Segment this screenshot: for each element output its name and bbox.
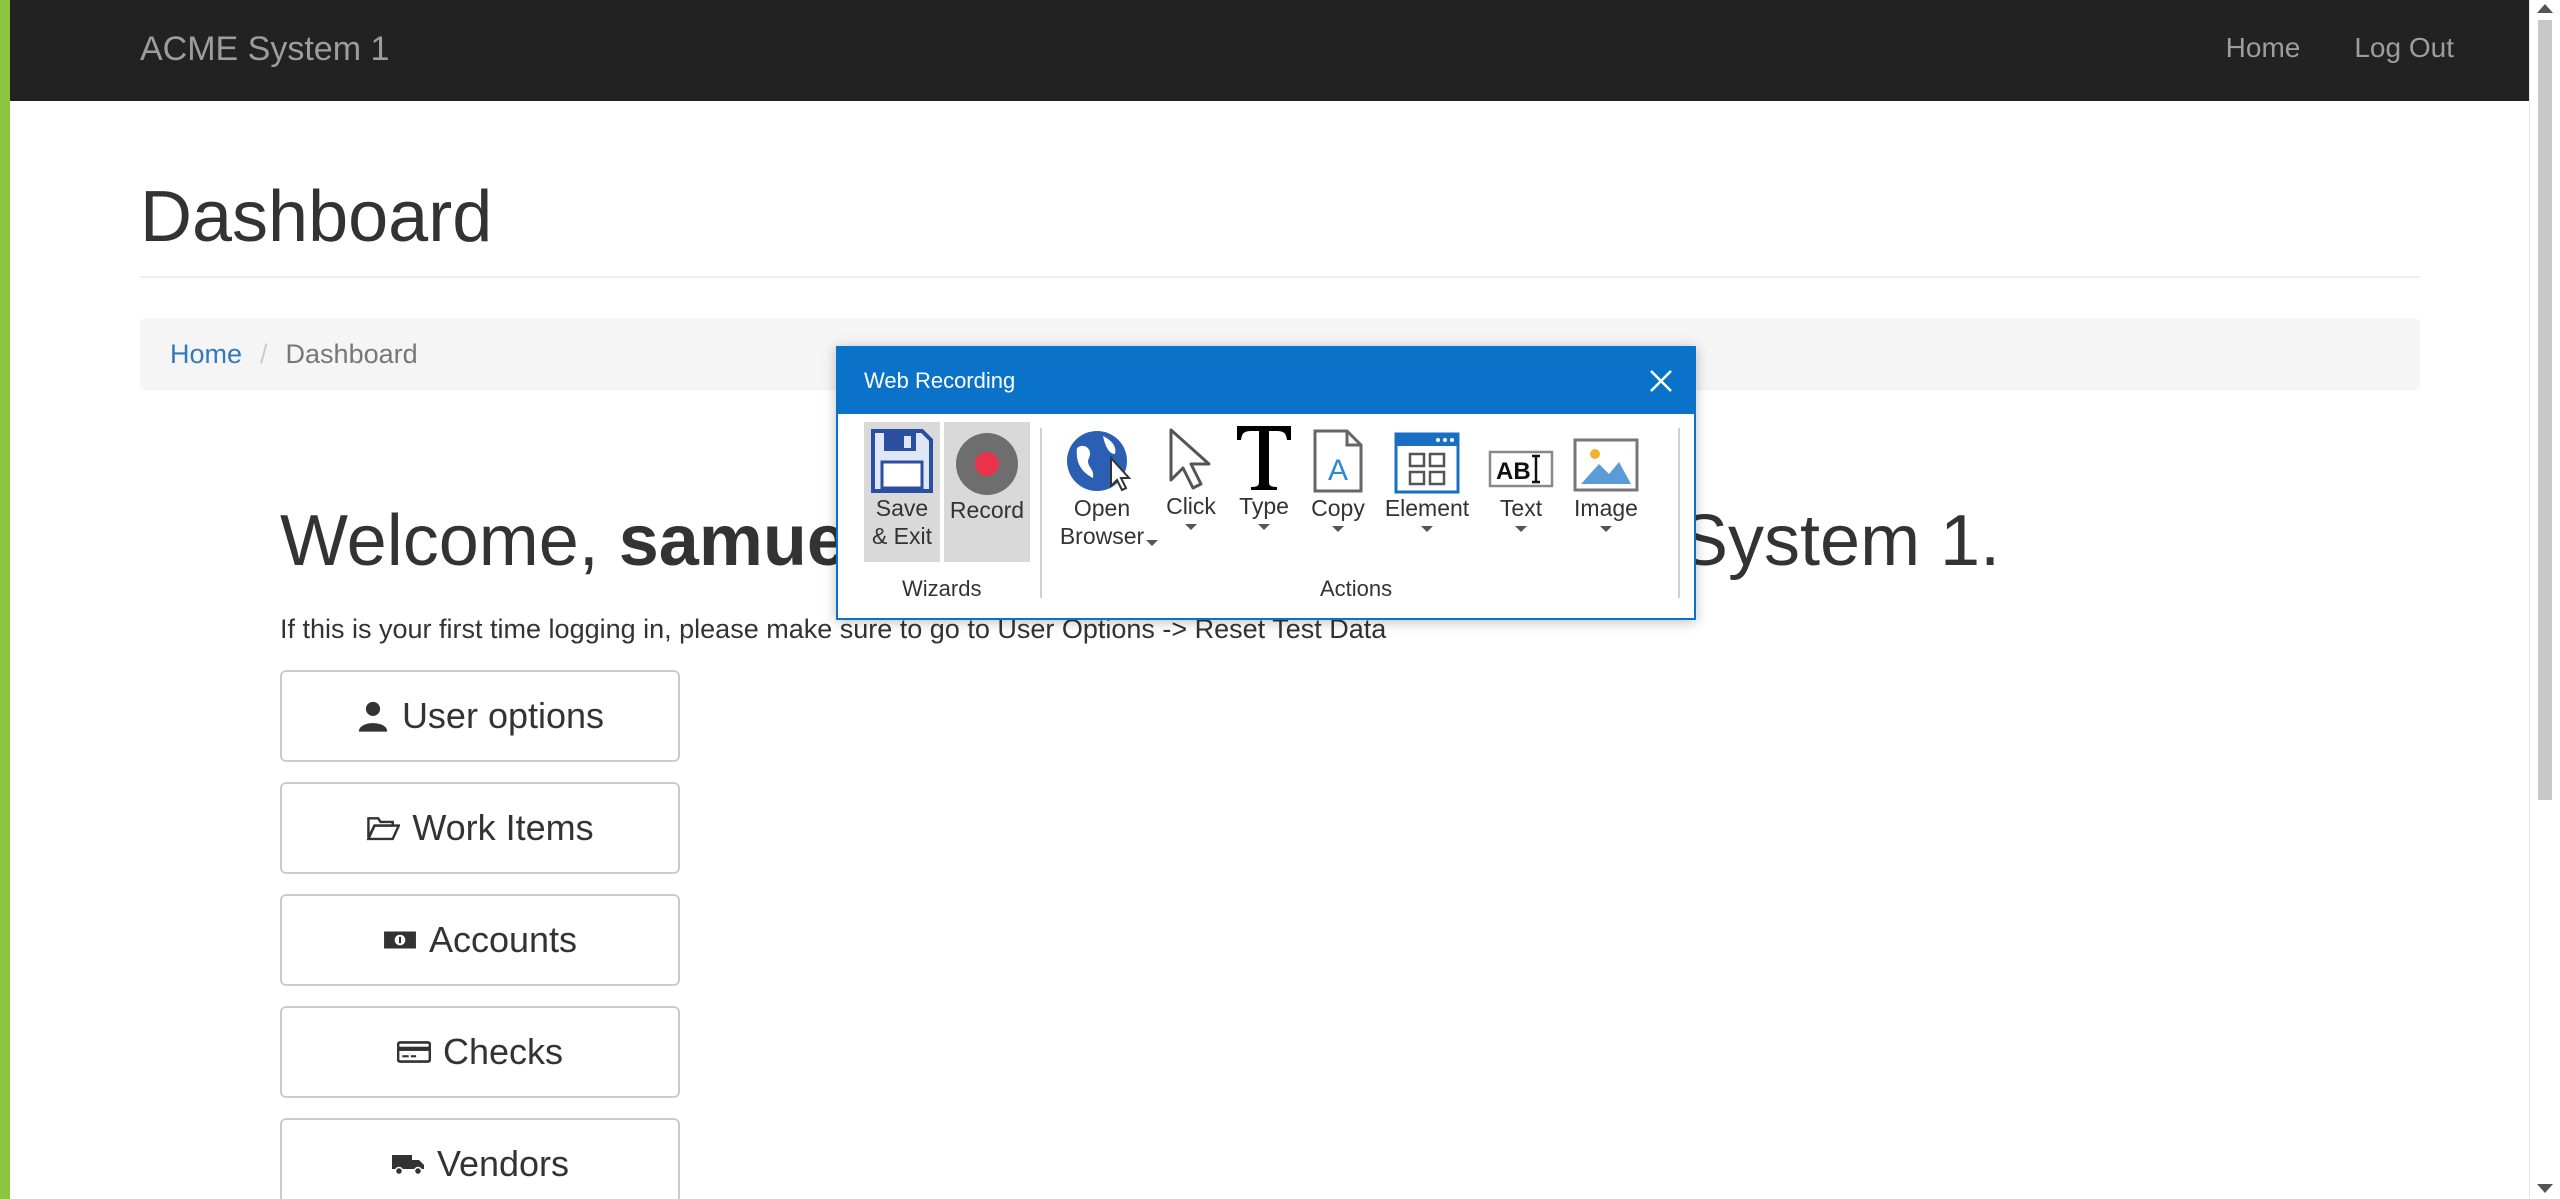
copy-dropdown-icon[interactable] (1332, 526, 1344, 532)
globe-icon (1067, 431, 1132, 492)
image-dropdown-icon[interactable] (1600, 526, 1612, 532)
type-dropdown-icon[interactable] (1258, 524, 1270, 530)
text-dropdown-icon[interactable] (1515, 526, 1527, 532)
welcome-heading: Welcome, samue System 1. (280, 500, 2000, 582)
welcome-suffix: System 1. (1680, 501, 2001, 581)
welcome-prefix: Welcome, (280, 501, 619, 581)
image-button[interactable]: Image (1568, 436, 1644, 532)
record-icon (956, 433, 1018, 495)
image-icon (1573, 438, 1639, 492)
nav-home-link[interactable]: Home (2226, 32, 2301, 64)
vendors-label: Vendors (436, 1143, 570, 1184)
user-icon (358, 701, 388, 732)
wizards-group-label: Wizards (902, 576, 982, 601)
close-icon[interactable] (1648, 368, 1674, 394)
element-dropdown-icon[interactable] (1421, 526, 1433, 532)
save-exit-button[interactable]: Save & Exit (864, 428, 940, 550)
click-button[interactable]: Click (1162, 426, 1220, 530)
vendors-button[interactable]: Vendors (280, 1118, 680, 1199)
dialog-title: Web Recording (864, 368, 1016, 393)
text-button[interactable]: AB Text (1486, 444, 1556, 532)
copy-label: Copy (1311, 495, 1365, 521)
checks-button[interactable]: Checks (280, 1006, 680, 1098)
folder-open-icon (366, 817, 401, 841)
money-icon (384, 931, 416, 949)
left-accent-bar (0, 0, 10, 1199)
nav-logout-link[interactable]: Log Out (2354, 32, 2454, 64)
open-browser-button[interactable]: Open Browser (1050, 428, 1154, 550)
actions-group-label: Actions (1320, 576, 1393, 601)
element-label: Element (1384, 495, 1470, 521)
scroll-up-icon[interactable] (2537, 4, 2553, 13)
image-label: Image (1574, 495, 1638, 521)
record-button[interactable]: Record (944, 432, 1030, 524)
text-field-icon: AB (1488, 450, 1554, 488)
copy-button[interactable]: A Copy (1306, 428, 1370, 532)
group-separator (1040, 428, 1042, 598)
credit-card-icon (396, 1041, 431, 1063)
chevron-down-icon[interactable] (1146, 540, 1158, 546)
type-button[interactable]: Type (1232, 422, 1296, 530)
svg-text:AB: AB (1496, 458, 1531, 485)
truck-icon (391, 1155, 424, 1176)
accounts-label: Accounts (428, 919, 578, 960)
nav-links: Home Log Out (2226, 32, 2454, 64)
copy-document-icon: A (1313, 429, 1363, 493)
element-window-icon (1394, 432, 1460, 494)
welcome-username: samue (618, 501, 847, 581)
brand-title[interactable]: ACME System 1 (140, 30, 389, 69)
scrollbar-thumb[interactable] (2538, 20, 2552, 800)
work-items-label: Work Items (412, 807, 594, 848)
accounts-button[interactable]: Accounts (280, 894, 680, 986)
page-title: Dashboard (140, 177, 493, 257)
scroll-down-icon[interactable] (2537, 1184, 2553, 1193)
group-separator-right (1678, 428, 1680, 598)
type-label: Type (1239, 493, 1289, 519)
breadcrumb-current: Dashboard (285, 338, 418, 369)
work-items-button[interactable]: Work Items (280, 782, 680, 874)
cursor-icon (1169, 428, 1211, 490)
checks-label: Checks (442, 1031, 564, 1072)
record-label: Record (949, 497, 1025, 523)
open-browser-label-2: Browser (1059, 523, 1145, 549)
dialog-title-bar[interactable]: Web Recording (838, 348, 1694, 414)
save-label-2: & Exit (871, 523, 933, 549)
top-navbar: ACME System 1 Home Log Out (10, 0, 2529, 101)
text-type-icon (1237, 426, 1291, 490)
svg-text:A: A (1328, 454, 1348, 487)
click-label: Click (1166, 493, 1216, 519)
title-divider (140, 276, 2420, 278)
open-browser-label-1: Open (1073, 495, 1131, 521)
floppy-disk-icon (871, 429, 933, 493)
breadcrumb-separator: / (260, 338, 268, 369)
text-label: Text (1499, 495, 1543, 521)
web-recording-dialog: Web Recording Save & Exit Record Wizards (836, 346, 1696, 620)
element-button[interactable]: Element (1380, 432, 1474, 532)
save-label-1: Save (875, 495, 929, 521)
user-options-label: User options (401, 695, 605, 736)
user-options-button[interactable]: User options (280, 670, 680, 762)
breadcrumb-home-link[interactable]: Home (170, 339, 242, 370)
click-dropdown-icon[interactable] (1185, 524, 1197, 530)
vertical-scrollbar[interactable] (2529, 0, 2560, 1199)
